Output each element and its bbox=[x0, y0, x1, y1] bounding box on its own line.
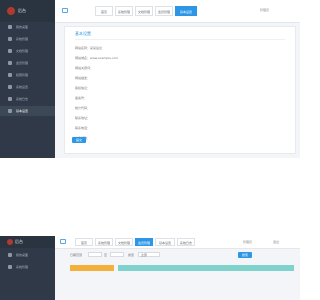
tab-home[interactable]: 首页 bbox=[95, 6, 113, 16]
document-icon bbox=[8, 49, 12, 53]
menu-toggle-icon[interactable] bbox=[62, 8, 68, 13]
user-name[interactable]: 管理员 bbox=[243, 240, 252, 244]
user-name[interactable]: 管理员 bbox=[260, 8, 269, 12]
divider bbox=[75, 39, 285, 40]
tab-docs[interactable]: 文档管理 bbox=[135, 6, 153, 16]
tab-members[interactable]: 会员管理 bbox=[155, 6, 173, 16]
sidebar-item-label: 权限管理 bbox=[16, 73, 29, 77]
sidebar: 后台 我的桌面 系统管理 bbox=[0, 236, 55, 300]
setting-row: 联系电话： bbox=[75, 126, 91, 130]
tab-system[interactable]: 系统管理 bbox=[115, 6, 133, 16]
admin-window-list: 后台 我的桌面 系统管理 首页 系统管理 文档管理 会员管理 基本设置 系统日志… bbox=[0, 236, 300, 300]
date-start-input[interactable] bbox=[88, 252, 102, 257]
sidebar-item-label: 系统管理 bbox=[16, 37, 29, 41]
top-tab-bar: 首页 系统管理 文档管理 会员管理 基本设置 管理员 bbox=[55, 0, 300, 23]
sidebar-item-label: 我的桌面 bbox=[16, 25, 29, 29]
logo-icon bbox=[7, 7, 15, 15]
lock-icon bbox=[8, 73, 12, 77]
user-icon bbox=[8, 61, 12, 65]
filter-label: 类型 bbox=[128, 253, 135, 257]
setting-row: 网站域名：www.example.com bbox=[75, 56, 119, 60]
sidebar-item-permissions[interactable]: 权限管理 bbox=[0, 70, 55, 80]
sidebar-item-label: 文档管理 bbox=[16, 49, 29, 53]
sidebar-item-desktop[interactable]: 我的桌面 bbox=[0, 250, 55, 260]
filter-label: 至 bbox=[104, 253, 108, 257]
filter-label: 日期范围 bbox=[70, 253, 83, 257]
top-tab-bar: 首页 系统管理 文档管理 会员管理 基本设置 系统日志 管理员 退出 bbox=[55, 236, 300, 249]
type-select-value: 全部 bbox=[141, 253, 148, 257]
sidebar-item-basic-settings[interactable]: 基本设置 bbox=[0, 106, 55, 116]
sidebar-item-label: 会员管理 bbox=[16, 61, 29, 65]
sidebar-item-system[interactable]: 系统管理 bbox=[0, 262, 55, 272]
tab-logs[interactable]: 系统日志 bbox=[177, 238, 195, 246]
settings-list: 网站名称：某某后台 网站域名：www.example.com 网站关键词： 网站… bbox=[75, 43, 118, 143]
sidebar-item-system[interactable]: 系统管理 bbox=[0, 34, 55, 44]
sidebar-item-docs[interactable]: 文档管理 bbox=[0, 46, 55, 56]
date-end-input[interactable] bbox=[110, 252, 124, 257]
sidebar: 后台 我的桌面 系统管理 文档管理 会员管理 权限管理 系统设置 系统日志 基本… bbox=[0, 0, 55, 158]
setting-row: 网站关键词： bbox=[75, 66, 94, 70]
desktop-icon bbox=[8, 25, 12, 29]
tab-basic-settings[interactable]: 基本设置 bbox=[155, 238, 175, 246]
tab-basic-settings[interactable]: 基本设置 bbox=[175, 6, 197, 16]
log-icon bbox=[8, 97, 12, 101]
desktop-icon bbox=[8, 253, 12, 257]
tab-home[interactable]: 首页 bbox=[75, 238, 93, 246]
system-icon bbox=[8, 37, 12, 41]
search-button[interactable]: 搜索 bbox=[238, 252, 252, 258]
setting-row: 统计代码： bbox=[75, 106, 91, 110]
settings-panel: 基本设置 网站名称：某某后台 网站域名：www.example.com 网站关键… bbox=[64, 26, 296, 154]
brand-title: 后台 bbox=[15, 239, 23, 244]
setting-row: 备案号： bbox=[75, 96, 88, 100]
setting-row: 联系地址： bbox=[75, 116, 91, 120]
sidebar-item-logs[interactable]: 系统日志 bbox=[0, 94, 55, 104]
setting-row: 版权信息： bbox=[75, 86, 91, 90]
tab-system[interactable]: 系统管理 bbox=[95, 238, 113, 246]
brand: 后台 bbox=[0, 0, 55, 22]
sidebar-item-label: 系统管理 bbox=[16, 265, 29, 269]
sidebar-item-label: 系统日志 bbox=[16, 97, 29, 101]
submit-button[interactable]: 提交 bbox=[72, 137, 86, 143]
highlight-bar bbox=[70, 265, 114, 271]
gear-icon bbox=[8, 85, 12, 89]
sidebar-item-label: 系统设置 bbox=[16, 85, 29, 89]
brand-title: 后台 bbox=[18, 8, 26, 13]
sidebar-item-label: 我的桌面 bbox=[16, 253, 29, 257]
setting-row: 网站描述： bbox=[75, 76, 91, 80]
admin-window-settings: 后台 我的桌面 系统管理 文档管理 会员管理 权限管理 系统设置 系统日志 基本… bbox=[0, 0, 300, 158]
highlight-bar bbox=[118, 265, 294, 271]
system-icon bbox=[8, 265, 12, 269]
tab-members[interactable]: 会员管理 bbox=[135, 238, 153, 246]
settings-icon bbox=[8, 109, 12, 113]
sidebar-item-system-settings[interactable]: 系统设置 bbox=[0, 82, 55, 92]
logout-link[interactable]: 退出 bbox=[273, 240, 279, 244]
logo-icon bbox=[7, 239, 13, 245]
menu-toggle-icon[interactable] bbox=[60, 239, 66, 244]
setting-row: 网站名称：某某后台 bbox=[75, 46, 103, 50]
sidebar-item-desktop[interactable]: 我的桌面 bbox=[0, 22, 55, 32]
sidebar-item-members[interactable]: 会员管理 bbox=[0, 58, 55, 68]
tab-docs[interactable]: 文档管理 bbox=[115, 238, 133, 246]
brand: 后台 bbox=[0, 236, 55, 248]
sidebar-item-label: 基本设置 bbox=[16, 109, 29, 113]
